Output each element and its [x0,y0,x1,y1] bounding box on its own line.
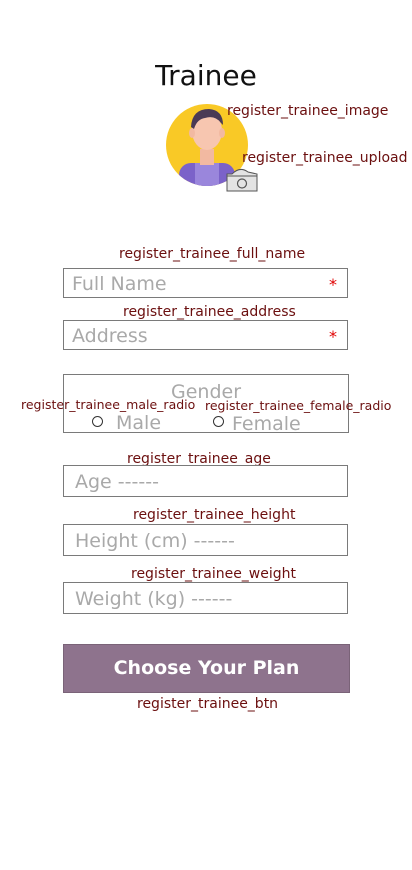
full-name-id-label: register_trainee_full_name [119,246,306,262]
male-radio[interactable]: Male [92,412,167,435]
age-placeholder: Age ------ [75,471,159,493]
full-name-placeholder: Full Name [72,273,167,295]
height-id-label: register_trainee_height [133,507,296,523]
choose-plan-button[interactable]: Choose Your Plan [63,644,350,693]
female-radio-circle[interactable] [213,416,224,427]
image-id-label: register_trainee_image [227,103,389,119]
weight-field[interactable]: Weight (kg) ------ [63,582,348,614]
weight-id-label: register_trainee_weight [131,566,297,582]
male-radio-circle[interactable] [92,416,103,427]
weight-placeholder: Weight (kg) ------ [75,588,233,610]
female-radio[interactable]: Female [213,413,308,435]
upload-button[interactable] [226,166,259,192]
female-radio-label: Female [232,413,301,435]
address-field[interactable]: Address * [63,320,348,350]
full-name-field[interactable]: Full Name * [63,268,348,298]
age-field[interactable]: Age ------ [63,465,348,497]
required-mark: * [329,275,337,294]
height-placeholder: Height (cm) ------ [75,530,235,552]
address-placeholder: Address [72,325,148,347]
page-title: Trainee [155,59,257,92]
male-radio-label: Male [116,412,162,434]
submit-id-label: register_trainee_btn [137,696,279,712]
required-mark: * [329,327,337,346]
male-radio-id-label: register_trainee_male_radio [21,397,196,412]
camera-icon [226,168,258,192]
height-field[interactable]: Height (cm) ------ [63,524,348,556]
address-id-label: register_trainee_address [123,304,296,320]
upload-id-label: register_trainee_upload [242,150,408,166]
